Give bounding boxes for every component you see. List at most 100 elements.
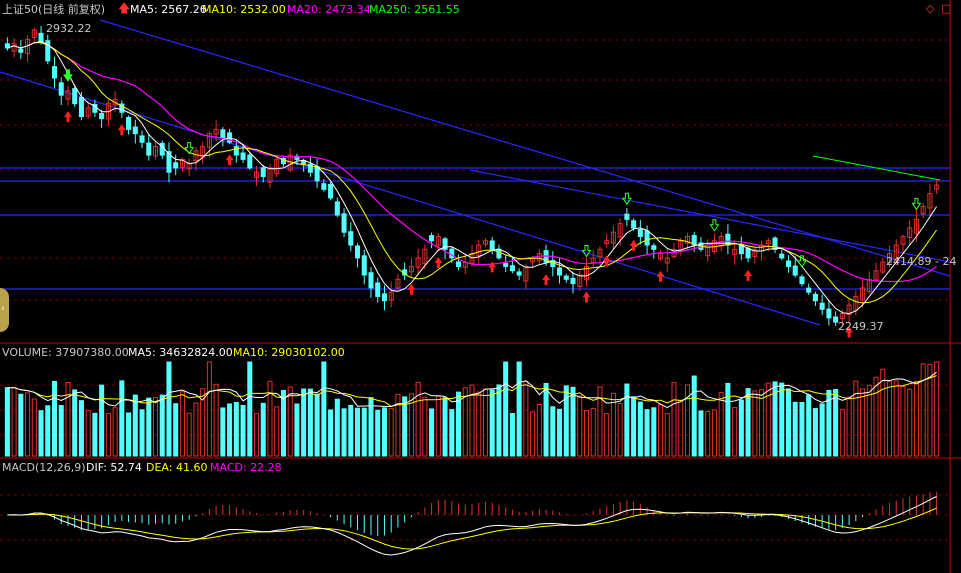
up-arrow-icon: 🡅 bbox=[118, 1, 131, 15]
dif-label: DIF: 52.74 bbox=[86, 461, 142, 474]
volume-bar bbox=[85, 410, 91, 457]
buy-arrow-icon bbox=[744, 269, 753, 281]
volume-bar bbox=[577, 395, 583, 457]
volume-bar bbox=[139, 409, 145, 457]
candle-body bbox=[496, 248, 502, 259]
volume-bar bbox=[496, 384, 502, 457]
volume-bar bbox=[280, 390, 286, 457]
volume-bar bbox=[152, 396, 159, 457]
candle-body bbox=[503, 263, 509, 267]
sell-arrow-icon bbox=[581, 244, 592, 258]
volume-bar bbox=[260, 402, 266, 457]
dea-label: DEA: 41.60 bbox=[146, 461, 208, 474]
volume-bar bbox=[482, 388, 488, 457]
candle-body bbox=[563, 275, 569, 280]
volume-bar bbox=[193, 402, 199, 457]
candle-body bbox=[314, 166, 320, 182]
volume-bar bbox=[604, 413, 610, 457]
candle-body bbox=[173, 162, 179, 169]
close-box-icon[interactable]: □ bbox=[941, 2, 951, 15]
volume-bar bbox=[516, 361, 522, 457]
volume-bar bbox=[503, 361, 509, 457]
volume-bar bbox=[51, 381, 58, 457]
volume-bar bbox=[25, 392, 31, 457]
candle-body bbox=[132, 126, 138, 135]
buy-arrow-icon bbox=[582, 291, 591, 303]
volume-bar bbox=[422, 396, 428, 457]
volume-bar bbox=[301, 388, 307, 457]
volume-bar bbox=[846, 396, 852, 457]
volume-bar bbox=[220, 407, 226, 457]
volume-bar bbox=[860, 388, 866, 457]
moving-average-layer bbox=[7, 40, 941, 315]
buy-arrow-icon bbox=[225, 154, 234, 166]
candle-body bbox=[819, 302, 825, 310]
volume-bar bbox=[159, 394, 165, 457]
low-price-label: 2249.37 bbox=[838, 320, 884, 333]
candle-body bbox=[631, 220, 637, 229]
candle-body bbox=[139, 135, 145, 143]
volume-bar bbox=[65, 381, 71, 457]
volume-bar bbox=[563, 385, 569, 457]
chart-title: 上证50(日线 前复权) bbox=[2, 3, 106, 16]
volume-bar bbox=[631, 396, 637, 457]
volume-bar bbox=[442, 397, 448, 457]
candle-body bbox=[99, 113, 105, 120]
candle-body bbox=[18, 48, 24, 53]
volume-bar bbox=[819, 403, 825, 457]
chevron-left-icon[interactable]: ‹ bbox=[1, 303, 5, 316]
volume-bar bbox=[126, 412, 132, 457]
buy-arrow-icon bbox=[434, 257, 443, 269]
diamond-icon[interactable]: ◇ bbox=[926, 2, 934, 15]
volume-bar bbox=[644, 409, 650, 457]
volume-bar bbox=[233, 401, 239, 457]
candle-body bbox=[429, 235, 435, 242]
volume-bar bbox=[745, 388, 751, 457]
candle-body bbox=[792, 265, 798, 276]
signal-arrow-layer bbox=[63, 69, 922, 338]
volume-bar bbox=[18, 393, 24, 457]
volume-bar bbox=[78, 400, 84, 457]
candle-body bbox=[456, 261, 462, 267]
stock-chart[interactable]: 上证50(日线 前复权) 🡅 MA5: 2567.26 MA10: 2532.0… bbox=[0, 0, 961, 573]
volume-bar bbox=[274, 406, 280, 457]
candle-body bbox=[644, 230, 650, 246]
candle-body bbox=[260, 167, 266, 178]
ma20-label: MA20: 2473.34 bbox=[287, 3, 371, 16]
volume-bar bbox=[11, 387, 17, 457]
volume-bar bbox=[779, 382, 785, 457]
volume-bar bbox=[765, 382, 771, 457]
volume-bar bbox=[759, 389, 765, 457]
chart-canvas[interactable] bbox=[0, 0, 961, 573]
ma250-label: MA250: 2561.55 bbox=[369, 3, 460, 16]
candle-body bbox=[348, 231, 354, 246]
volume-bar bbox=[705, 410, 711, 457]
candle-body bbox=[826, 308, 832, 319]
volume-ma5-label: MA5: 34632824.00 bbox=[128, 346, 233, 359]
candle-body bbox=[51, 66, 58, 79]
volume-ma10-label: MA10: 29030102.00 bbox=[233, 346, 345, 359]
volume-bar bbox=[523, 380, 529, 457]
candle-body bbox=[381, 293, 387, 302]
volume-bar bbox=[624, 383, 630, 457]
ma20-line bbox=[27, 41, 937, 283]
volume-bar bbox=[678, 399, 684, 457]
volume-bar bbox=[92, 412, 98, 457]
volume-bar bbox=[361, 407, 367, 457]
volume-bar bbox=[812, 408, 818, 457]
candle-body bbox=[799, 276, 805, 285]
volume-bar bbox=[99, 384, 105, 457]
volume-bar bbox=[72, 389, 78, 457]
candle-body bbox=[126, 117, 132, 130]
volume-bar bbox=[637, 401, 643, 457]
volume-bar bbox=[307, 388, 313, 457]
candle-body bbox=[240, 152, 246, 160]
volume-bar bbox=[893, 380, 899, 457]
volume-bar bbox=[132, 394, 138, 457]
candle-body bbox=[570, 277, 576, 285]
volume-ma10-line bbox=[13, 375, 937, 407]
volume-bar bbox=[402, 396, 408, 457]
volume-bar bbox=[38, 410, 44, 457]
candle-body bbox=[233, 146, 239, 156]
volume-bar bbox=[119, 380, 125, 457]
